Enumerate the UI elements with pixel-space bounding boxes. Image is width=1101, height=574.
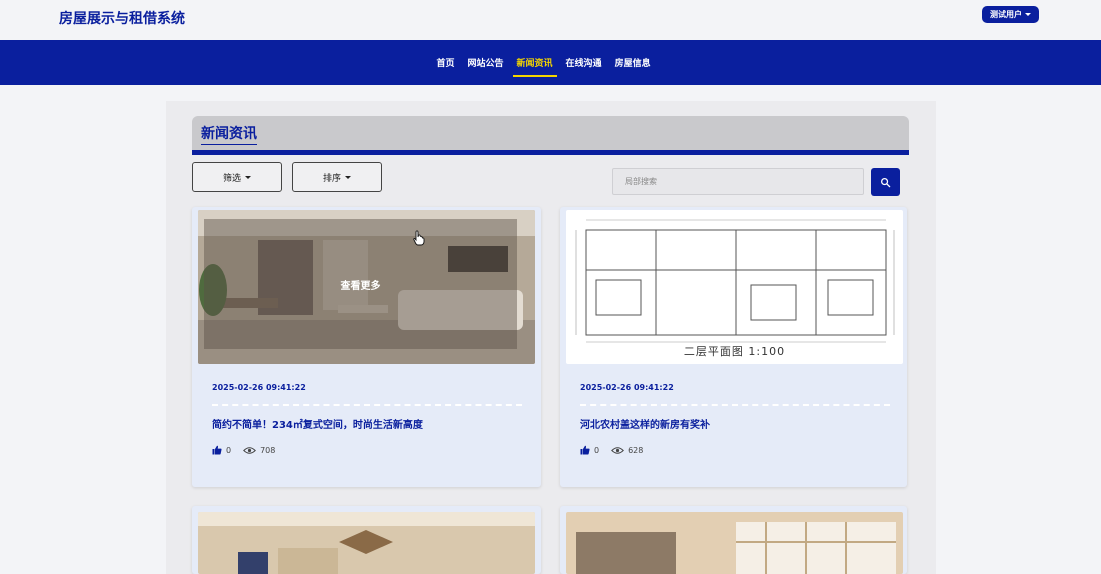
thumbs-up-icon[interactable] xyxy=(580,445,590,455)
user-menu-label: 测试用户 xyxy=(990,10,1022,19)
chevron-down-icon xyxy=(345,175,351,179)
sort-button-label: 排序 xyxy=(322,173,341,184)
news-card-title[interactable]: 简约不简单！234㎡复式空间，时尚生活新高度 xyxy=(212,416,423,431)
news-card-date: 2025-02-26 09:41:22 xyxy=(212,383,306,392)
view-count: 628 xyxy=(628,445,644,455)
news-card[interactable] xyxy=(560,506,907,574)
news-card-image[interactable] xyxy=(566,210,903,364)
filter-button[interactable]: 筛选 xyxy=(192,162,282,192)
site-title[interactable]: 房屋展示与租借系统 xyxy=(59,8,185,28)
main-navbar: 首页 网站公告 新闻资讯 在线沟通 房屋信息 xyxy=(0,40,1101,85)
chevron-down-icon xyxy=(245,175,251,179)
user-menu-button[interactable]: 测试用户 xyxy=(982,6,1039,23)
sort-button[interactable]: 排序 xyxy=(292,162,382,192)
section-header: 新闻资讯 xyxy=(192,116,909,155)
card-divider xyxy=(580,404,890,406)
floor-plan-image xyxy=(566,210,903,364)
eye-icon xyxy=(243,446,257,454)
view-more-overlay[interactable]: 查看更多 xyxy=(204,219,517,349)
news-card[interactable]: 二层平面图 1:100 2025-02-26 09:41:22 河北农村盖这样的… xyxy=(560,207,907,487)
news-card[interactable] xyxy=(192,506,541,574)
nav-menu: 首页 网站公告 新闻资讯 在线沟通 房屋信息 xyxy=(430,40,657,85)
nav-item-announcements[interactable]: 网站公告 xyxy=(468,52,504,73)
news-card-image[interactable] xyxy=(198,512,535,574)
news-card-stats: 0 708 xyxy=(212,445,275,455)
thumbs-up-icon[interactable] xyxy=(212,445,222,455)
top-bar: 房屋展示与租借系统 测试用户 xyxy=(0,0,1101,40)
news-card-date: 2025-02-26 09:41:22 xyxy=(580,383,674,392)
section-title: 新闻资讯 xyxy=(201,123,257,145)
interior-image xyxy=(566,512,903,574)
search-input[interactable] xyxy=(612,168,864,195)
news-card-title[interactable]: 河北农村盖这样的新房有奖补 xyxy=(580,416,710,431)
nav-item-chat[interactable]: 在线沟通 xyxy=(566,52,602,73)
interior-image xyxy=(198,512,535,574)
chevron-down-icon xyxy=(1025,13,1031,16)
news-card-stats: 0 628 xyxy=(580,445,643,455)
news-card[interactable]: 查看更多 2025-02-26 09:41:22 简约不简单！234㎡复式空间，… xyxy=(192,207,541,487)
search-icon xyxy=(881,177,891,187)
floor-plan-caption: 二层平面图 1:100 xyxy=(683,345,786,358)
nav-item-news[interactable]: 新闻资讯 xyxy=(512,52,557,77)
like-count: 0 xyxy=(594,445,600,455)
news-card-image[interactable] xyxy=(566,512,903,574)
filter-button-label: 筛选 xyxy=(222,173,241,184)
nav-item-home[interactable]: 首页 xyxy=(437,52,455,73)
search-button[interactable] xyxy=(871,168,900,196)
view-more-label: 查看更多 xyxy=(340,280,381,292)
card-divider xyxy=(212,404,522,406)
nav-item-houses[interactable]: 房屋信息 xyxy=(615,52,651,73)
eye-icon xyxy=(611,446,625,454)
view-count: 708 xyxy=(260,445,276,455)
hand-cursor-icon xyxy=(413,230,425,246)
like-count: 0 xyxy=(226,445,232,455)
